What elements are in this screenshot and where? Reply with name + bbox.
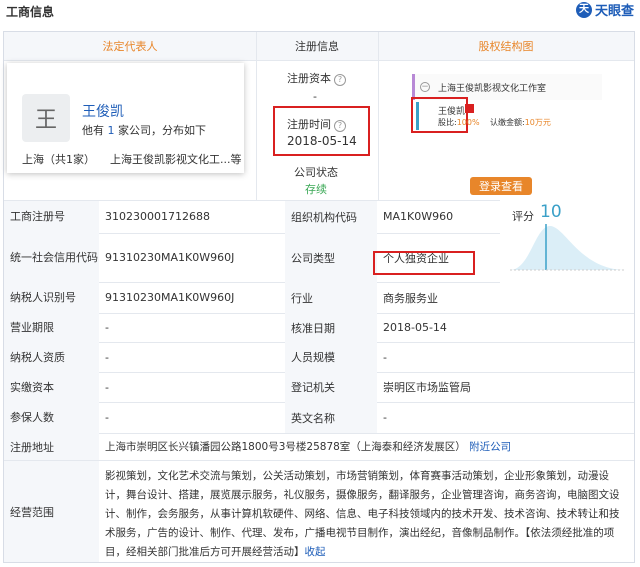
section-title: 工商信息 [6, 5, 55, 19]
company-status-value: 存续 [305, 183, 327, 196]
score-curve [510, 226, 626, 270]
info-label: 实缴资本 [4, 372, 99, 402]
equity-amount: 认缴金额:10万元 [490, 118, 551, 127]
score-curve-chart [510, 224, 626, 271]
info-value: - [105, 380, 109, 394]
equity-person-name: 王俊凯 [438, 107, 466, 117]
info-value: 91310230MA1K0W960J [105, 291, 235, 304]
divider [4, 60, 634, 61]
company-status-label: 公司状态 [294, 166, 338, 179]
info-label: 公司类型 [285, 233, 377, 282]
info-value: 91310230MA1K0W960J [105, 251, 235, 264]
collapse-icon[interactable]: − [420, 82, 430, 92]
business-scope-value: 影视策划，文化艺术交流与策划，公关活动策划，市场营销策划，体育赛事活动策划，企业… [105, 467, 630, 562]
business-scope-label: 经营范围 [4, 461, 99, 562]
logo-text: 天眼查 [594, 4, 634, 19]
info-value: 310230001712688 [105, 210, 210, 223]
info-value: MA1K0W960 [383, 210, 454, 223]
collapse-link[interactable]: 收起 [305, 546, 326, 558]
tab-legal-representative[interactable]: 法定代表人 [4, 32, 256, 60]
registration-time-label: 注册时间? [287, 116, 346, 132]
info-label: 人员规模 [285, 342, 377, 372]
info-value: - [105, 411, 109, 424]
info-label: 登记机关 [285, 372, 377, 402]
nearby-companies-link[interactable]: 附近公司 [469, 439, 511, 454]
logo-icon: 天 [575, 1, 592, 18]
info-label: 纳税人识别号 [4, 282, 99, 313]
help-icon[interactable]: ? [334, 120, 346, 132]
help-icon[interactable]: ? [334, 74, 346, 86]
info-label: 统一社会信用代码 [4, 233, 99, 282]
address-value: 上海市崇明区长兴镇潘园公路1800号3号楼25878室（上海泰和经济发展区） 附… [105, 439, 512, 454]
divider [378, 32, 379, 200]
info-value: - [105, 321, 109, 334]
info-label: 核准日期 [285, 313, 377, 342]
tianyancha-logo[interactable]: 天 天眼查 [575, 0, 634, 19]
info-label: 行业 [285, 282, 377, 313]
scope-line: 影视策划，文化艺术交流与策划，公关活动策划，市场营销策划，体育赛事活动策划，企业… [105, 470, 609, 482]
score-value: 10 [540, 202, 562, 222]
score-label: 评分 [512, 210, 534, 223]
scope-line: 计、制作，会务服务，从事计算机软硬件、网络、信息、电子科技领域内的技术开发、技术… [105, 508, 620, 520]
equity-company-name: 上海王俊凯影视文化工作室 [438, 84, 547, 94]
legal-rep-region: 上海（共1家） [22, 153, 95, 166]
info-label: 纳税人资质 [4, 342, 99, 372]
scope-line: 目，经相关部门批准后方可开展经营活动】 [105, 546, 305, 558]
legal-rep-company[interactable]: 上海王俊凯影视文化工...等 [110, 151, 242, 167]
scope-line: 术服务，广告的设计、制作、代理、发布，广播电视节目制作，演出经纪，音像制品制作。… [105, 527, 615, 539]
tab-registration-info[interactable]: 注册信息 [256, 32, 378, 60]
info-value: 商务服务业 [383, 291, 438, 305]
highlight-box [373, 251, 475, 275]
info-value: 2018-05-14 [383, 321, 447, 334]
divider [256, 32, 257, 200]
info-value: - [105, 350, 109, 364]
tab-equity-structure[interactable]: 股权结构图 [378, 32, 634, 60]
legal-rep-name[interactable]: 王俊凯 [82, 101, 124, 121]
registered-capital-label: 注册资本? [287, 70, 346, 86]
person-icon [465, 104, 474, 113]
info-label: 组织机构代码 [285, 200, 377, 233]
info-label: 工商注册号 [4, 200, 99, 233]
info-label: 参保人数 [4, 402, 99, 433]
info-value: - [383, 350, 387, 364]
info-label: 营业期限 [4, 313, 99, 342]
legal-rep-desc: 他有 1 家公司，分布如下 [82, 124, 206, 137]
avatar: 王 [22, 94, 70, 142]
info-value: 崇明区市场监管局 [383, 381, 471, 394]
info-value: - [383, 411, 387, 424]
equity-ratio: 股比:100% [438, 118, 480, 127]
info-label: 英文名称 [285, 402, 377, 433]
address-label: 注册地址 [4, 433, 99, 460]
registered-capital-value: - [313, 90, 317, 103]
login-view-button[interactable]: 登录查看 [470, 177, 532, 195]
registration-time-value: 2018-05-14 [287, 134, 357, 148]
scope-line: 计，舞台设计、搭建，展览展示服务，礼仪服务，摄像服务，翻译服务，企业管理咨询，商… [105, 489, 620, 501]
